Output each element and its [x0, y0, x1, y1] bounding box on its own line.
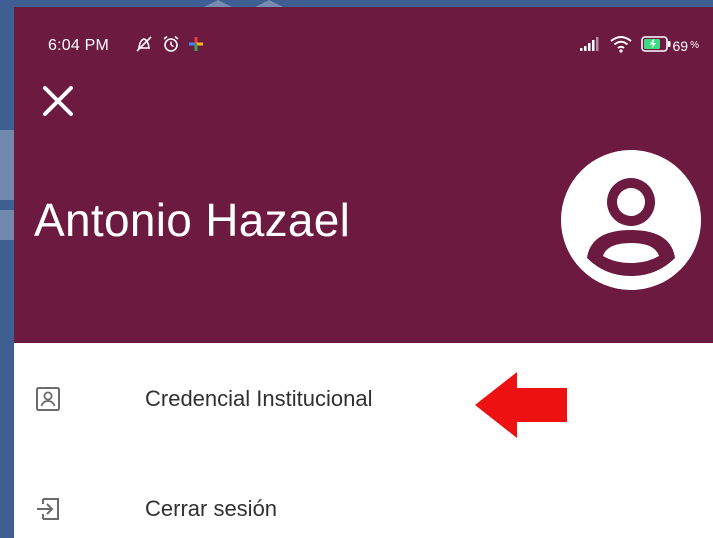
drawer-menu: Credencial Institucional Cerrar sesión	[14, 343, 713, 538]
logout-icon	[30, 491, 66, 527]
status-icons-left	[134, 35, 204, 58]
decorative-shape	[0, 130, 14, 200]
id-card-icon	[30, 381, 66, 417]
decorative-shape	[0, 210, 14, 240]
status-bar: 6:04 PM 69 %	[14, 7, 713, 77]
avatar[interactable]	[561, 150, 701, 290]
battery-percent-suffix: %	[690, 40, 699, 51]
battery-charging-icon	[640, 36, 671, 55]
battery-indicator: 69%	[640, 36, 699, 55]
menu-item-credencial[interactable]: Credencial Institucional	[14, 343, 713, 455]
alarm-icon	[162, 35, 180, 58]
close-button[interactable]	[36, 81, 80, 125]
status-icons-right: 69%	[579, 35, 699, 56]
app-notification-icon	[188, 36, 204, 57]
wifi-icon	[609, 35, 633, 56]
close-icon	[41, 84, 75, 123]
phone-screen: 6:04 PM 69 % Antonio Hazael Credencial I…	[14, 7, 713, 538]
signal-icon	[579, 36, 601, 55]
red-arrow-left-icon	[469, 370, 579, 440]
battery-percent: 69	[672, 37, 689, 54]
notifications-off-icon	[134, 35, 154, 58]
menu-item-label: Credencial Institucional	[145, 386, 373, 411]
drawer-header: 6:04 PM 69 % Antonio Hazael	[14, 7, 713, 343]
account-circle-icon	[561, 150, 701, 290]
menu-item-cerrar-sesion[interactable]: Cerrar sesión	[14, 455, 713, 538]
status-time: 6:04 PM	[48, 37, 109, 54]
menu-item-label: Cerrar sesión	[145, 496, 278, 521]
user-name: Antonio Hazael	[34, 194, 351, 246]
